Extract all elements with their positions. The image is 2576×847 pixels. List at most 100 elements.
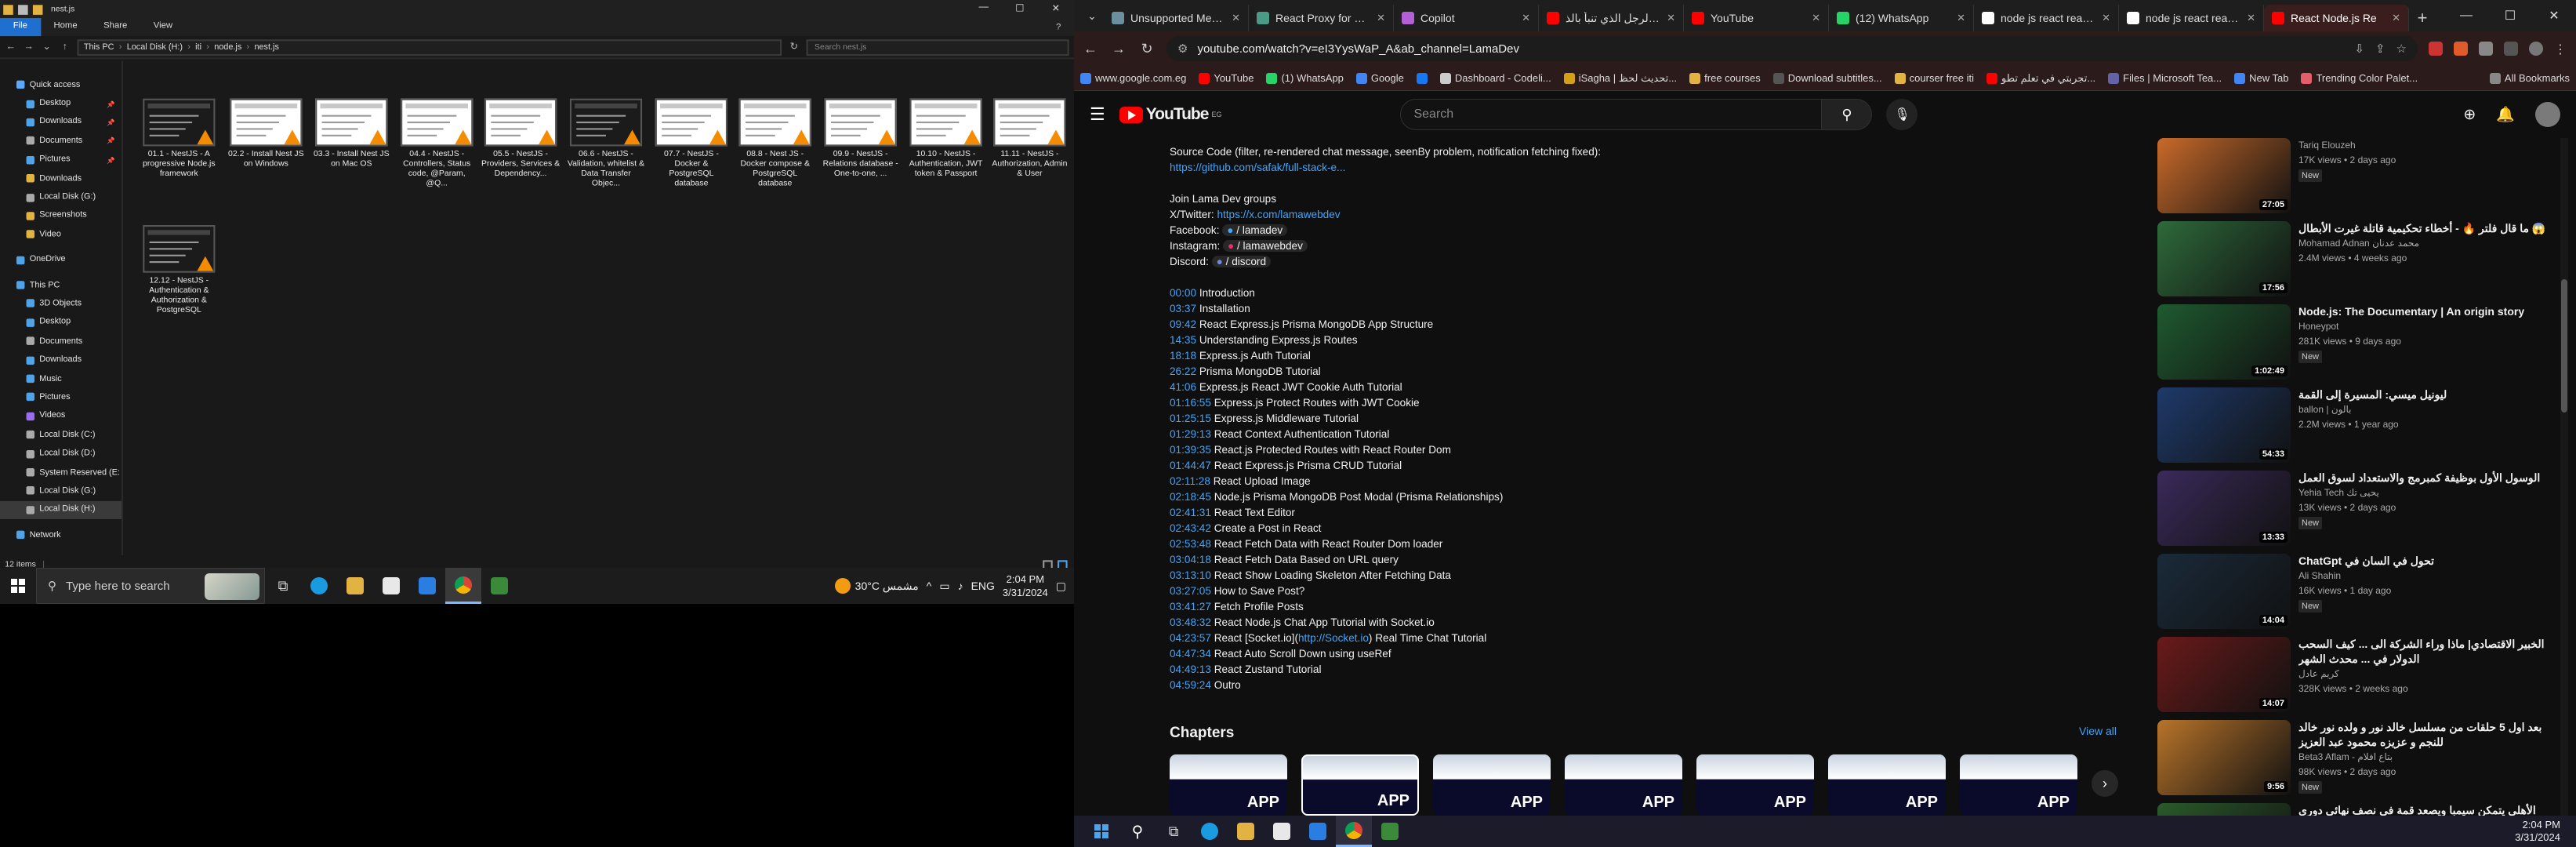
- maximize-button[interactable]: ☐: [2488, 8, 2532, 24]
- close-tab-icon[interactable]: ✕: [1957, 12, 1965, 24]
- related-video[interactable]: 27:05 Tariq Elouzeh 17K views • 2 days ago…: [2157, 138, 2549, 213]
- close-tab-icon[interactable]: ✕: [1812, 12, 1820, 24]
- nav-item[interactable]: Pictures 📌: [0, 151, 122, 169]
- nav-item[interactable]: Local Disk (G:): [0, 188, 122, 207]
- related-video[interactable]: 13:33 الوسول الأول بوظيفة كمبرمج والاستعد…: [2157, 471, 2549, 546]
- file-item[interactable]: 12.12 - NestJS - Authentication & Author…: [140, 224, 219, 315]
- close-button[interactable]: ✕: [2532, 8, 2576, 24]
- bookmark-item[interactable]: New Tab: [2234, 72, 2288, 84]
- nav-item[interactable]: Desktop 📌: [0, 94, 122, 113]
- timestamp-link[interactable]: 01:39:35: [1170, 444, 1211, 456]
- bookmark-item[interactable]: www.google.com.eg: [1080, 72, 1186, 84]
- nav-item[interactable]: System Reserved (E:: [0, 463, 122, 482]
- up-arrow-icon[interactable]: ↑: [59, 42, 71, 52]
- breadcrumb-item[interactable]: node.js: [214, 42, 241, 52]
- related-video[interactable]: 54:33 ليونيل ميسي: المسيرة إلى القمة ballo…: [2157, 387, 2549, 463]
- edge-button[interactable]: [301, 568, 337, 604]
- ribbon-tab-share[interactable]: Share: [90, 18, 140, 36]
- search-input[interactable]: Search nest.js: [806, 38, 1069, 56]
- nav-item[interactable]: Videos: [0, 407, 122, 426]
- minimize-button[interactable]: —: [2444, 9, 2488, 23]
- view-all-chapters-link[interactable]: View all: [2079, 725, 2117, 737]
- close-button[interactable]: ✕: [1038, 3, 1074, 15]
- related-video-title[interactable]: بعد اول 5 حلقات من مسلسل خالد نور و ولده…: [2298, 720, 2549, 750]
- address-bar[interactable]: ⚙ youtube.com/watch?v=eI3YysWaP_A&ab_cha…: [1166, 36, 2418, 61]
- file-item[interactable]: 08.8 - Nest JS - Docker compose & Postgr…: [735, 98, 815, 189]
- breadcrumb-item[interactable]: iti: [195, 42, 201, 52]
- browser-tab[interactable]: YouTube ✕: [1684, 5, 1829, 31]
- chapter-thumbnail[interactable]: APP: [1170, 754, 1287, 816]
- mail-button[interactable]: [373, 568, 409, 604]
- weather-widget[interactable]: 30°C مشمس: [834, 578, 919, 594]
- chrome-button[interactable]: [1336, 816, 1372, 847]
- browser-tab[interactable]: Unsupported Media ✕: [1104, 5, 1249, 31]
- app-button[interactable]: [481, 568, 517, 604]
- instagram-chip[interactable]: ● / lamawebdev: [1223, 240, 1308, 252]
- related-video-thumbnail[interactable]: 27:05: [2157, 138, 2291, 213]
- bookmark-item[interactable]: Trending Color Palet...: [2301, 72, 2418, 84]
- browser-tab[interactable]: React Proxy for CORS ✕: [1249, 5, 1394, 31]
- bookmark-item[interactable]: Google: [1355, 72, 1404, 84]
- share-icon[interactable]: ⇪: [2375, 42, 2386, 56]
- related-video-thumbnail[interactable]: 14:04: [2157, 554, 2291, 629]
- close-tab-icon[interactable]: ✕: [2247, 12, 2255, 24]
- timestamp-link[interactable]: 02:53:48: [1170, 538, 1211, 550]
- breadcrumb-item[interactable]: This PC: [84, 42, 114, 52]
- nav-item[interactable]: Documents: [0, 332, 122, 351]
- forward-arrow-icon[interactable]: →: [1110, 41, 1127, 57]
- language-indicator[interactable]: ENG: [971, 580, 995, 592]
- bookmark-item[interactable]: Files | Microsoft Tea...: [2108, 72, 2222, 84]
- timestamp-link[interactable]: 01:44:47: [1170, 460, 1211, 471]
- show-hidden-icons-chevron-icon[interactable]: ^: [927, 580, 932, 592]
- channel-name[interactable]: Ali Shahin: [2298, 569, 2549, 583]
- nav-item[interactable]: Documents 📌: [0, 132, 122, 151]
- mail-button[interactable]: [1264, 816, 1300, 847]
- puzzle-extensions-icon[interactable]: [2479, 42, 2493, 56]
- task-view-button[interactable]: ⧉: [1156, 816, 1192, 847]
- channel-name[interactable]: ballon | بالون: [2298, 402, 2549, 417]
- related-video[interactable]: 9:56 بعد اول 5 حلقات من مسلسل خالد نور و …: [2157, 720, 2549, 795]
- related-video-thumbnail[interactable]: 13:33: [2157, 471, 2291, 546]
- refresh-icon[interactable]: ↻: [789, 41, 800, 53]
- timestamp-link[interactable]: 18:18: [1170, 350, 1196, 362]
- nav-item[interactable]: Network: [0, 525, 122, 544]
- related-video-title[interactable]: ما قال فلتر 🔥 - أخطاء تحكيمية قاتلة غيرت…: [2298, 221, 2549, 236]
- file-item[interactable]: 05.5 - NestJS - Providers, Services & De…: [481, 98, 561, 179]
- related-video-title[interactable]: الخبير الاقتصادي| ماذا وراء الشركة الى .…: [2298, 637, 2549, 667]
- site-info-icon[interactable]: ⚙: [1177, 42, 1188, 56]
- browser-tab[interactable]: node js react real tim ✕: [1974, 5, 2119, 31]
- nav-item[interactable]: Downloads: [0, 169, 122, 188]
- chapter-thumbnail[interactable]: APP: [1301, 754, 1419, 816]
- browser-tab[interactable]: Copilot ✕: [1394, 5, 1539, 31]
- browser-tab[interactable]: node js react real tim ✕: [2119, 5, 2264, 31]
- nav-item[interactable]: Local Disk (H:): [0, 500, 122, 519]
- browser-tab[interactable]: (12) WhatsApp ✕: [1829, 5, 1974, 31]
- channel-name[interactable]: كريم عادل: [2298, 667, 2549, 682]
- channel-name[interactable]: Beta3 Aflam - بتاع افلام: [2298, 750, 2549, 765]
- nav-item[interactable]: Local Disk (G:): [0, 482, 122, 500]
- twitter-link[interactable]: https://x.com/lamawebdev: [1217, 209, 1340, 220]
- chapter-thumbnail[interactable]: APP: [1565, 754, 1682, 816]
- taskbar-search[interactable]: ⚲ Type here to search: [36, 568, 265, 604]
- hamburger-menu-icon[interactable]: ☰: [1090, 104, 1105, 125]
- nav-item[interactable]: Screenshots: [0, 206, 122, 225]
- close-tab-icon[interactable]: ✕: [1522, 12, 1530, 24]
- related-video[interactable]: 1:02:49 Node.js: The Documentary | An ori…: [2157, 304, 2549, 380]
- extension-icon[interactable]: [2454, 42, 2468, 56]
- timestamp-link[interactable]: 14:35: [1170, 334, 1196, 346]
- nav-item[interactable]: Quick access: [0, 75, 122, 94]
- file-explorer-button[interactable]: [1228, 816, 1264, 847]
- nav-item[interactable]: Local Disk (C:): [0, 426, 122, 445]
- facebook-chip[interactable]: ● / lamadev: [1222, 224, 1288, 236]
- related-video-thumbnail[interactable]: 9:56: [2157, 720, 2291, 795]
- edge-button[interactable]: [1192, 816, 1228, 847]
- close-tab-icon[interactable]: ✕: [1377, 12, 1385, 24]
- related-video[interactable]: 14:07 الخبير الاقتصادي| ماذا وراء الشركة …: [2157, 637, 2549, 712]
- related-video-title[interactable]: ليونيل ميسي: المسيرة إلى القمة: [2298, 387, 2549, 402]
- timestamp-link[interactable]: 04:23:57: [1170, 632, 1211, 644]
- timestamp-link[interactable]: 03:41:27: [1170, 601, 1211, 613]
- clock[interactable]: 2:04 PM 3/31/2024: [2515, 819, 2560, 844]
- nav-item[interactable]: Local Disk (D:): [0, 444, 122, 463]
- scrollbar-thumb[interactable]: [2561, 279, 2567, 413]
- close-tab-icon[interactable]: ✕: [2392, 12, 2400, 24]
